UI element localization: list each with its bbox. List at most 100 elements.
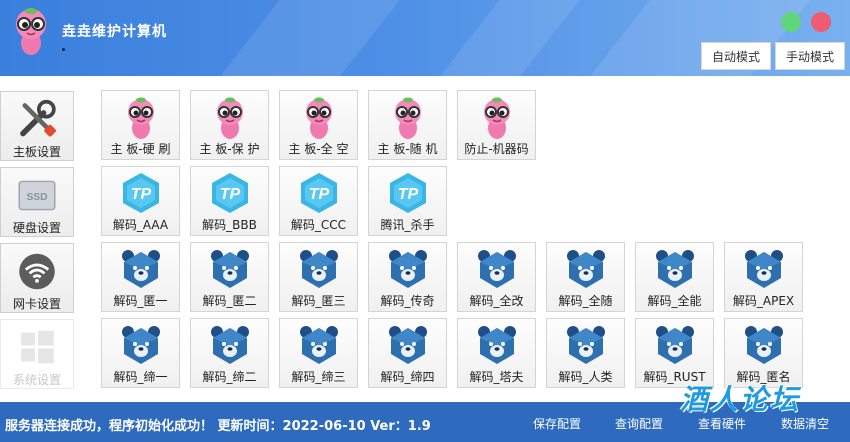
bear-icon bbox=[655, 326, 694, 364]
header-decoration bbox=[220, 0, 400, 76]
mascot-icon bbox=[127, 97, 154, 139]
mascot-logo-icon bbox=[16, 8, 46, 55]
bear-icon bbox=[299, 250, 338, 288]
bear-icon bbox=[121, 326, 160, 364]
tile-label: 解码_全随 bbox=[558, 294, 613, 308]
bear-icon bbox=[388, 326, 427, 364]
bear-icon bbox=[477, 326, 516, 364]
title-bar: 垚垚维护计算机 自动模式 手动模式 bbox=[0, 0, 850, 76]
svg-text:TP: TP bbox=[219, 186, 240, 203]
function-tile[interactable]: 主 板-保 护 bbox=[190, 90, 269, 160]
svg-text:TP: TP bbox=[308, 186, 329, 203]
tp-icon: TP bbox=[122, 173, 159, 213]
function-tile[interactable]: 主 板-随 机 bbox=[368, 90, 447, 160]
title-dot bbox=[62, 48, 65, 51]
bear-icon bbox=[388, 250, 427, 288]
bear-icon bbox=[210, 326, 249, 364]
tile-label: 解码_全改 bbox=[469, 294, 524, 308]
function-tile[interactable]: 解码_全随 bbox=[546, 242, 625, 312]
svg-text:TP: TP bbox=[397, 186, 418, 203]
tile-label: 防止-机器码 bbox=[464, 142, 529, 156]
tile-label: 解码_塔夫 bbox=[469, 370, 524, 384]
bear-icon bbox=[566, 250, 605, 288]
forum-watermark: 酒人论坛 bbox=[680, 383, 801, 416]
tp-icon: TP bbox=[300, 173, 337, 213]
ssd-icon: SSD bbox=[18, 180, 56, 211]
tile-label: 解码_匿一 bbox=[113, 294, 168, 308]
function-tile[interactable]: 解码_匿一 bbox=[101, 242, 180, 312]
save-config-button[interactable]: 保存配置 bbox=[533, 415, 581, 432]
tile-label: 解码_缔三 bbox=[291, 370, 346, 384]
function-tile[interactable]: TP 解码_AAA bbox=[101, 166, 180, 236]
status-message: 服务器连接成功，程序初始化成功！ 更新时间：2022-06-10 Ver：1.9 bbox=[5, 419, 431, 434]
sidebar-label: 主板设置 bbox=[12, 145, 61, 159]
bear-icon bbox=[210, 250, 249, 288]
function-tile[interactable]: 主 板-全 空 bbox=[279, 90, 358, 160]
function-tile[interactable]: 解码_缔二 bbox=[190, 318, 269, 388]
function-tile[interactable]: 解码_传奇 bbox=[368, 242, 447, 312]
tile-label: 主 板-全 空 bbox=[288, 142, 349, 156]
app-title: 垚垚维护计算机 bbox=[62, 24, 167, 40]
tile-label: 解码_AAA bbox=[112, 218, 169, 232]
disk-settings-button[interactable]: SSD 硬盘设置 bbox=[0, 167, 74, 237]
function-tile[interactable]: 解码_匿二 bbox=[190, 242, 269, 312]
mainboard-settings-button[interactable]: 主板设置 bbox=[0, 91, 74, 161]
tools-icon bbox=[20, 99, 56, 137]
query-config-button[interactable]: 查询配置 bbox=[615, 415, 663, 432]
function-tile[interactable]: 解码_缔三 bbox=[279, 318, 358, 388]
tile-label: 解码_人类 bbox=[558, 370, 613, 384]
tile-label: 解码_匿三 bbox=[291, 294, 346, 308]
manual-mode-button[interactable]: 手动模式 bbox=[775, 42, 845, 70]
tile-label: 解码_传奇 bbox=[380, 294, 435, 308]
bear-icon bbox=[744, 326, 783, 364]
bear-icon bbox=[566, 326, 605, 364]
tile-label: 解码_全能 bbox=[647, 294, 702, 308]
system-settings-button[interactable]: 系统设置 bbox=[0, 319, 74, 389]
mascot-icon bbox=[483, 97, 510, 139]
tile-label: 解码_CCC bbox=[290, 218, 347, 232]
function-tile[interactable]: 解码_缔四 bbox=[368, 318, 447, 388]
tile-label: 主 板-硬 刷 bbox=[110, 142, 171, 156]
bear-icon bbox=[121, 250, 160, 288]
mascot-icon bbox=[216, 97, 243, 139]
function-tile[interactable]: 防止-机器码 bbox=[457, 90, 536, 160]
function-tile[interactable]: 解码_人类 bbox=[546, 318, 625, 388]
tile-label: 腾讯_杀手 bbox=[380, 218, 435, 232]
function-tile[interactable]: 解码_APEX bbox=[724, 242, 803, 312]
tile-label: 解码_缔一 bbox=[113, 370, 168, 384]
mascot-icon bbox=[394, 97, 421, 139]
function-tile[interactable]: 解码_缔一 bbox=[101, 318, 180, 388]
close-button[interactable] bbox=[811, 12, 831, 32]
tile-label: 解码_缔二 bbox=[202, 370, 257, 384]
header-decoration bbox=[440, 0, 580, 76]
tile-label: 解码_BBB bbox=[202, 218, 257, 232]
function-tile[interactable]: 解码_全能 bbox=[635, 242, 714, 312]
tile-label: 主 板-随 机 bbox=[377, 142, 438, 156]
mascot-icon bbox=[305, 97, 332, 139]
function-tile[interactable]: TP 解码_BBB bbox=[190, 166, 269, 236]
function-tile[interactable]: 主 板-硬 刷 bbox=[101, 90, 180, 160]
function-tile[interactable]: 解码_塔夫 bbox=[457, 318, 536, 388]
auto-mode-button[interactable]: 自动模式 bbox=[701, 42, 771, 70]
tile-label: 主 板-保 护 bbox=[199, 142, 260, 156]
function-tile[interactable]: 解码_全改 bbox=[457, 242, 536, 312]
tp-icon: TP bbox=[211, 173, 248, 213]
tp-icon: TP bbox=[389, 173, 426, 213]
bear-icon bbox=[299, 326, 338, 364]
sidebar-label: 硬盘设置 bbox=[12, 221, 61, 235]
svg-text:TP: TP bbox=[130, 186, 151, 203]
maximize-button[interactable] bbox=[781, 12, 801, 32]
windows-icon bbox=[21, 330, 54, 364]
wifi-icon bbox=[19, 253, 55, 290]
svg-text:SSD: SSD bbox=[26, 192, 47, 203]
bear-icon bbox=[477, 250, 516, 288]
sidebar-label: 网卡设置 bbox=[12, 297, 61, 311]
network-settings-button[interactable]: 网卡设置 bbox=[0, 243, 74, 313]
function-tile[interactable]: 解码_匿三 bbox=[279, 242, 358, 312]
bear-icon bbox=[744, 250, 783, 288]
bear-icon bbox=[655, 250, 694, 288]
tile-label: 解码_匿二 bbox=[202, 294, 257, 308]
function-tile[interactable]: TP 解码_CCC bbox=[279, 166, 358, 236]
tile-label: 解码_APEX bbox=[732, 294, 795, 308]
function-tile[interactable]: TP 腾讯_杀手 bbox=[368, 166, 447, 236]
